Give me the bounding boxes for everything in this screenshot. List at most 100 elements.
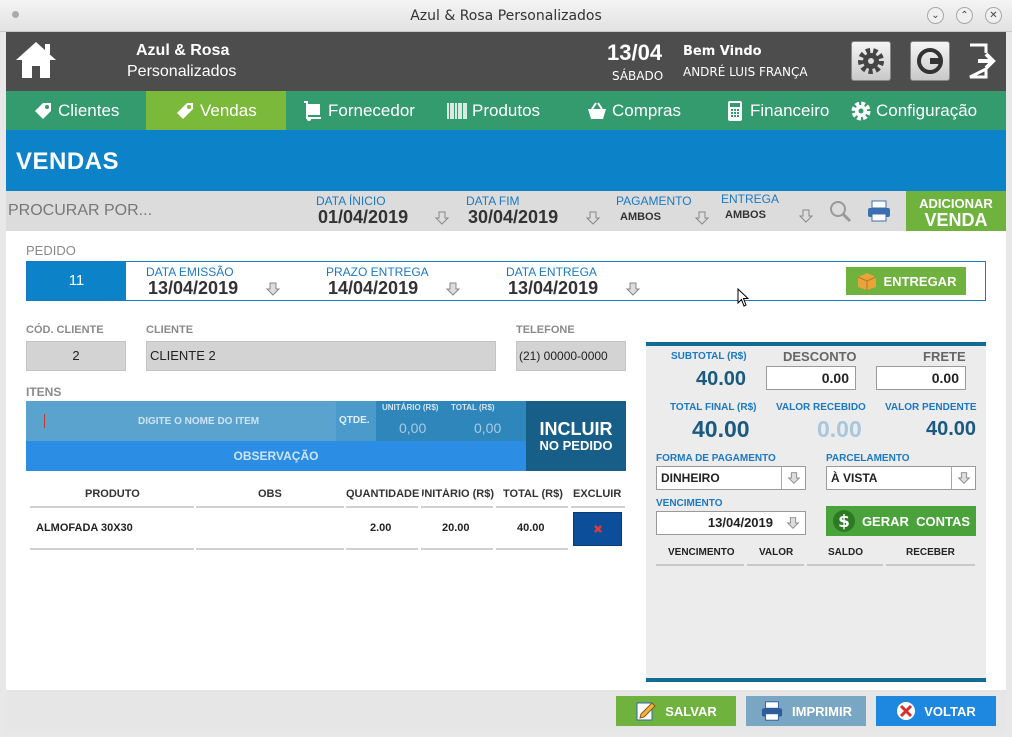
row-rule xyxy=(346,548,418,550)
user-name: ANDRÉ LUIS FRANÇA xyxy=(683,65,808,79)
arrow-down-icon xyxy=(787,472,800,484)
deadline-dropdown[interactable] xyxy=(444,280,462,298)
include-line2: NO PEDIDO xyxy=(539,438,613,453)
company-name: Azul & Rosa xyxy=(136,42,230,59)
barcode-icon xyxy=(447,102,467,119)
header-rule xyxy=(421,506,493,508)
arrow-down-icon xyxy=(957,472,970,484)
nav-item-produtos[interactable]: Produtos xyxy=(446,91,586,130)
installments-col-receive: RECEBER xyxy=(906,547,955,558)
total-price-label: TOTAL (R$) xyxy=(451,403,495,412)
arrow-down-icon xyxy=(445,282,461,296)
discount-input[interactable]: 0.00 xyxy=(766,366,856,390)
issue-date-dropdown[interactable] xyxy=(264,280,282,298)
start-date-dropdown[interactable] xyxy=(433,209,451,227)
generate-accounts-button[interactable]: $ GERAR CONTAS xyxy=(826,506,976,536)
back-button[interactable]: VOLTAR xyxy=(876,696,996,726)
home-icon[interactable] xyxy=(14,40,58,80)
delivery-filter-value[interactable]: AMBOS xyxy=(725,209,766,221)
row-rule xyxy=(496,548,568,550)
end-date-label: DATA FIM xyxy=(466,194,520,208)
include-item-button[interactable]: INCLUIR NO PEDIDO xyxy=(526,401,626,471)
installment-dropdown[interactable] xyxy=(951,467,975,489)
nav-item-vendas[interactable]: Vendas xyxy=(146,91,286,130)
print-button[interactable]: IMPRIMIR xyxy=(746,696,866,726)
unit-price-input[interactable]: 0,00 xyxy=(399,420,426,436)
observation-input[interactable]: OBSERVAÇÃO xyxy=(26,441,526,471)
tag-icon xyxy=(35,102,51,119)
delete-icon xyxy=(593,525,602,533)
nav-item-label: Vendas xyxy=(200,100,257,120)
delete-row-button[interactable] xyxy=(573,512,622,546)
payment-filter-label: PAGAMENTO xyxy=(616,194,692,208)
total-price-input[interactable]: 0,00 xyxy=(474,420,501,436)
minimize-icon[interactable]: ⌄ xyxy=(927,7,944,24)
save-button[interactable]: SALVAR xyxy=(616,696,736,726)
phone-label: TELEFONE xyxy=(516,324,575,336)
payment-filter-dropdown[interactable] xyxy=(693,209,711,227)
arrow-down-icon xyxy=(786,517,800,529)
col-header-unit-text: UNITÁRIO (R$) xyxy=(422,488,494,500)
settings-button[interactable] xyxy=(851,41,891,81)
deadline-value[interactable]: 14/04/2019 xyxy=(328,278,418,299)
header-rule xyxy=(496,506,568,508)
nav-item-label: Financeiro xyxy=(750,100,830,120)
print-button-label: IMPRIMIR xyxy=(792,703,852,719)
main-nav: Clientes Vendas Fornecedor Produtos Comp… xyxy=(6,91,1006,130)
refresh-button[interactable] xyxy=(910,41,950,81)
save-button-label: SALVAR xyxy=(665,703,717,719)
nav-item-configuracao[interactable]: Configuração xyxy=(850,91,1010,130)
freight-input[interactable]: 0.00 xyxy=(876,366,966,390)
qty-label: QTDE. xyxy=(339,415,370,426)
handtruck-icon xyxy=(304,100,321,121)
maximize-icon[interactable]: ⌃ xyxy=(956,7,973,24)
search-icon[interactable] xyxy=(828,199,852,223)
received-value: 0.00 xyxy=(817,416,862,442)
installment-label: PARCELAMENTO xyxy=(826,453,910,464)
pending-value: 40.00 xyxy=(926,418,977,440)
generate-accounts-label: GERAR CONTAS xyxy=(861,513,971,529)
issue-date-label: DATA EMISSÃO xyxy=(146,265,234,279)
payment-filter-value[interactable]: AMBOS xyxy=(620,211,661,223)
close-icon[interactable]: ✕ xyxy=(985,7,1002,24)
logout-icon[interactable] xyxy=(966,41,998,81)
delivery-filter-dropdown[interactable] xyxy=(797,207,815,225)
phone-field[interactable]: (21) 00000-0000 xyxy=(516,341,626,371)
installment-value: À VISTA xyxy=(831,471,878,485)
add-sale-button[interactable]: ADICIONAR VENDA xyxy=(906,191,1006,231)
include-line1: INCLUIR xyxy=(539,419,613,439)
app-header: Azul & Rosa Personalizados 13/04 SÁBADO … xyxy=(6,32,1006,91)
nav-item-clientes[interactable]: Clientes xyxy=(32,91,152,130)
delivery-date-value[interactable]: 13/04/2019 xyxy=(508,278,598,299)
final-total-value: 40.00 xyxy=(692,416,750,442)
end-date-dropdown[interactable] xyxy=(584,209,602,227)
installments-rule xyxy=(807,564,883,566)
issue-date-value[interactable]: 13/04/2019 xyxy=(148,278,238,299)
arrow-down-icon xyxy=(434,211,450,225)
nav-item-label: Clientes xyxy=(58,100,120,120)
row-unit: 20.00 xyxy=(442,522,470,534)
printer-icon[interactable] xyxy=(866,199,892,223)
nav-item-compras[interactable]: Compras xyxy=(586,91,726,130)
unit-price-label: UNITÁRIO (R$) xyxy=(382,403,439,412)
client-code-field[interactable]: 2 xyxy=(26,341,126,371)
row-rule xyxy=(30,548,194,550)
end-date-value[interactable]: 30/04/2019 xyxy=(468,207,558,228)
delivery-filter-label: ENTREGA xyxy=(721,192,780,206)
installments-col-due: VENCIMENTO xyxy=(668,547,735,558)
delivery-date-label: DATA ENTREGA xyxy=(506,265,597,279)
delivery-date-dropdown[interactable] xyxy=(624,280,642,298)
pending-label: VALOR PENDENTE xyxy=(885,402,977,413)
nav-item-financeiro[interactable]: Financeiro xyxy=(724,91,864,130)
refresh-icon xyxy=(917,48,943,74)
start-date-value[interactable]: 01/04/2019 xyxy=(318,207,408,228)
search-input[interactable]: PROCURAR POR... xyxy=(8,202,152,220)
client-name-field[interactable]: CLIENTE 2 xyxy=(146,341,496,371)
due-date-dropdown[interactable] xyxy=(781,512,805,534)
payment-method-dropdown[interactable] xyxy=(781,467,805,489)
deliver-button[interactable]: ENTREGAR xyxy=(846,267,966,295)
nav-item-fornecedor[interactable]: Fornecedor xyxy=(302,91,442,130)
row-product: ALMOFADA 30X30 xyxy=(36,522,133,534)
mouse-cursor-icon xyxy=(737,288,750,307)
page-title: VENDAS xyxy=(16,148,120,175)
